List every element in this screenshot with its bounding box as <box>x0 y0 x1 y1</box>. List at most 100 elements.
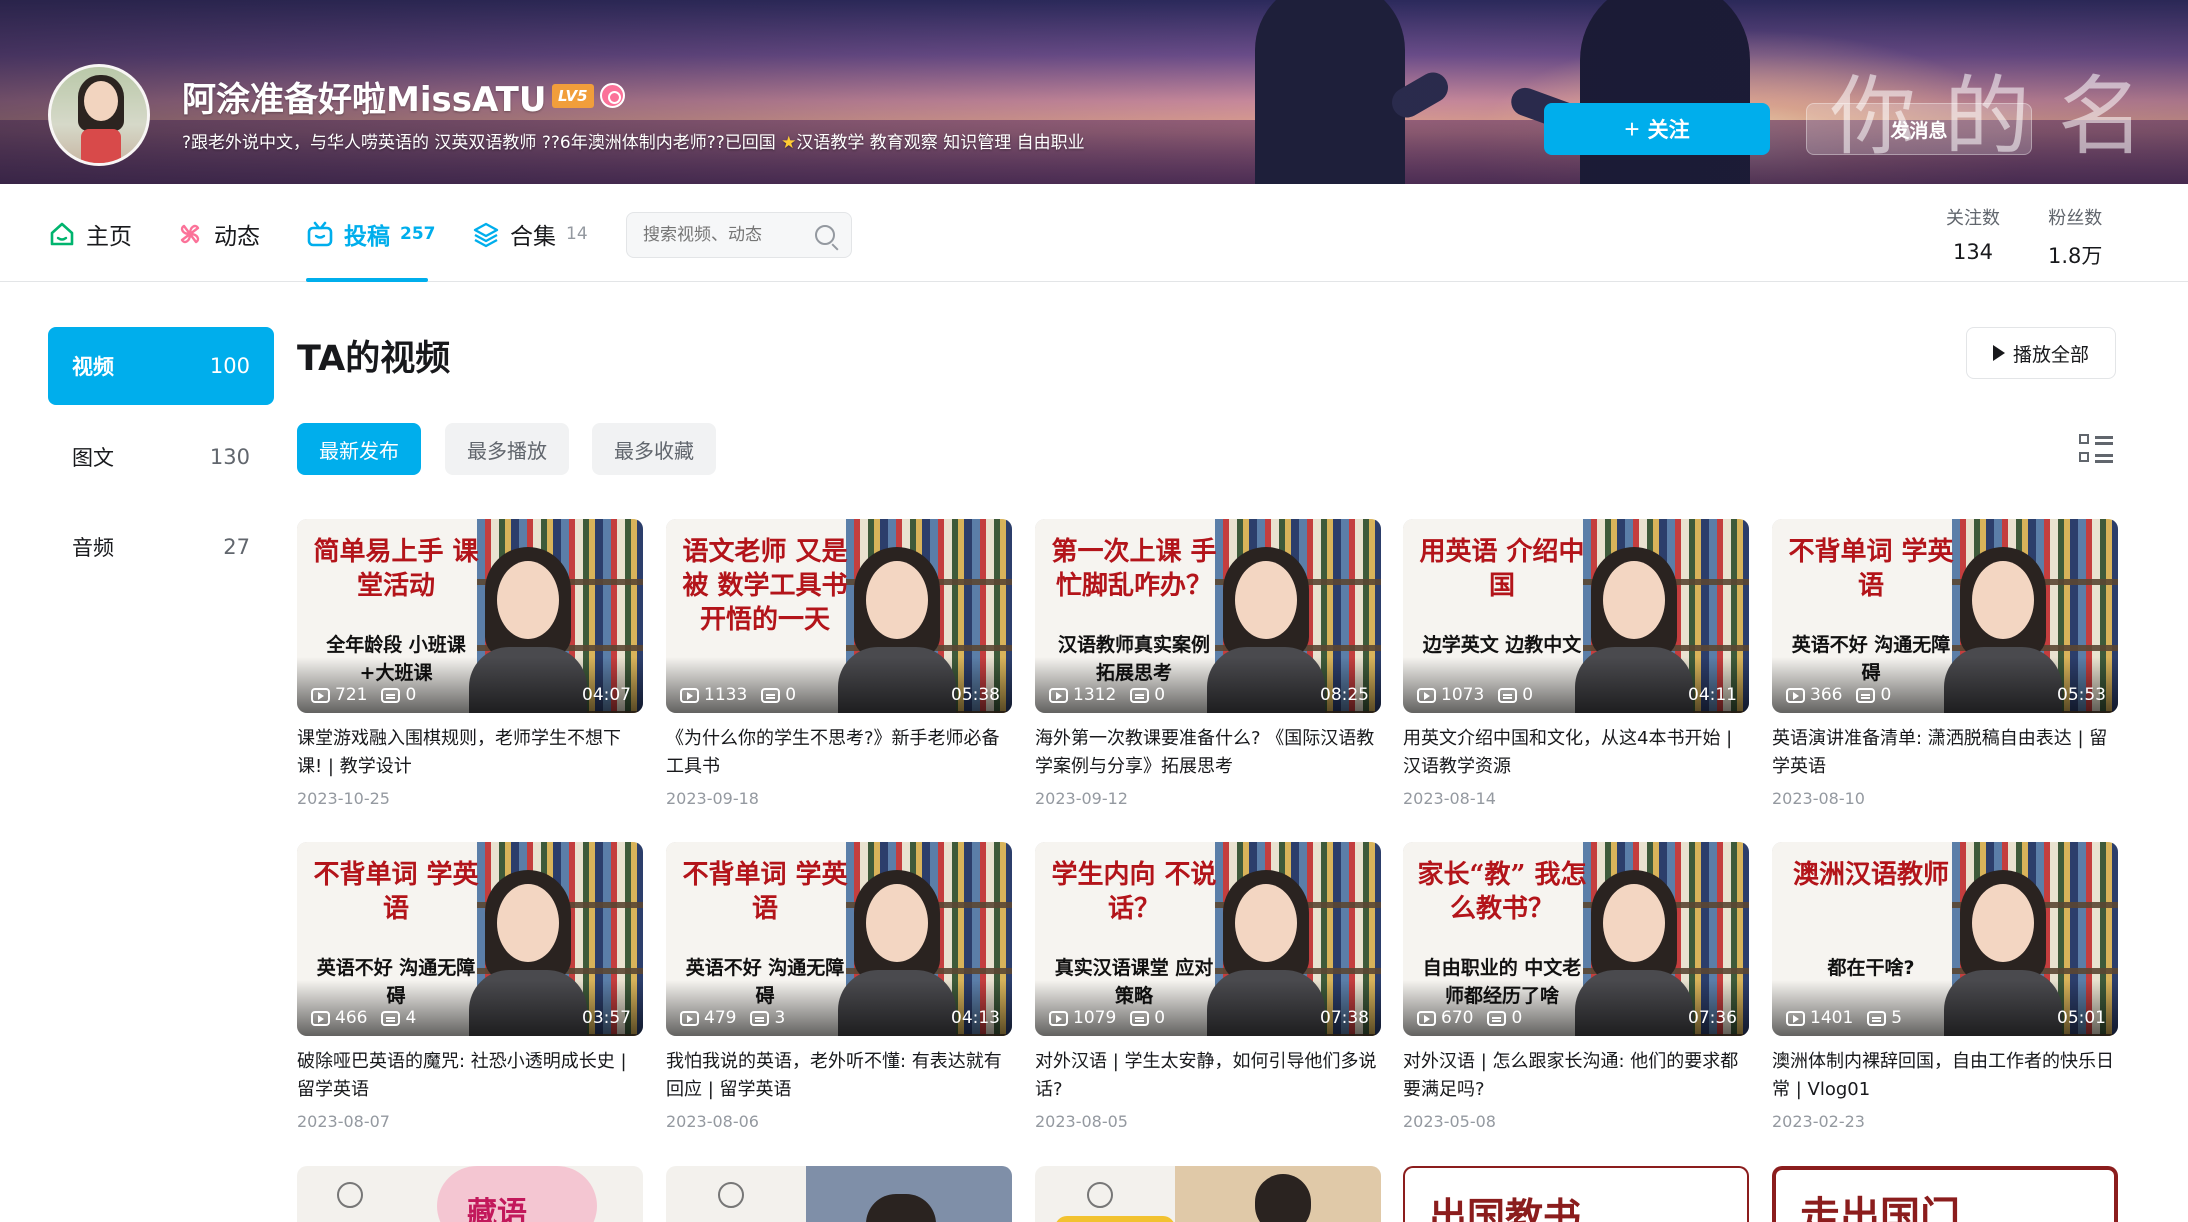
sort-latest-button[interactable]: 最新发布 <box>297 423 421 475</box>
danmaku-count: 0 <box>381 685 416 705</box>
avatar[interactable] <box>48 64 150 166</box>
sidebar-item-audio[interactable]: 音频 27 <box>48 508 274 586</box>
video-thumbnail[interactable]: 语文老师 又是被 数学工具书 开悟的一天 1133 0 05:38 <box>666 519 1012 713</box>
play-count-icon <box>1049 687 1068 703</box>
video-date: 2023-09-18 <box>666 789 759 808</box>
video-title[interactable]: 用英文介绍中国和文化，从这4本书开始 | 汉语教学资源 <box>1403 725 1749 781</box>
video-card-peek[interactable]: 出国教书 <box>1403 1166 1749 1222</box>
tab-dynamics[interactable]: 动态 <box>176 216 260 252</box>
video-title[interactable]: 《为什么你的学生不思考?》新手老师必备工具书 <box>666 725 1012 781</box>
sidebar-item-video[interactable]: 视频 100 <box>48 327 274 405</box>
play-all-button[interactable]: 播放全部 <box>1966 327 2116 379</box>
video-thumbnail[interactable]: 不背单词 学英语英语不好 沟通无障碍479304:13 <box>666 842 1012 1036</box>
layers-icon <box>472 220 500 248</box>
thumbnail-headline: 简单易上手 课堂活动 <box>313 537 479 601</box>
video-card[interactable]: 澳洲汉语教师 都在干啥? 1401 5 05:01 澳洲体制内裸辞回国，自由工作者的快乐日… <box>1772 842 2118 1131</box>
video-thumbnail[interactable]: 不背单词 学英语英语不好 沟通无障碍366005:53 <box>1772 519 2118 713</box>
video-thumbnail[interactable]: 澳洲汉语教师 都在干啥? 1401 5 05:01 <box>1772 842 2118 1036</box>
danmaku-count-value: 0 <box>1154 685 1166 705</box>
video-title[interactable]: 英语演讲准备清单: 潇洒脱稿自由表达 | 留学英语 <box>1772 725 2118 781</box>
video-thumbnail[interactable]: 用英语 介绍中国 边学英文 边教中文 1073 0 04:11 <box>1403 519 1749 713</box>
video-card[interactable]: 语文老师 又是被 数学工具书 开悟的一天 1133 0 05:38 《为什么你的学生不思… <box>666 519 1012 808</box>
video-title[interactable]: 澳洲体制内裸辞回国，自由工作者的快乐日常 | Vlog01 <box>1772 1048 2118 1104</box>
video-date: 2023-08-10 <box>1772 789 1865 808</box>
message-button-label: 发消息 <box>1890 120 1948 142</box>
followers-stat[interactable]: 粉丝数 1.8万 <box>2048 204 2102 270</box>
tab-collections[interactable]: 合集 14 <box>472 216 588 252</box>
thumbnail-headline: 学生内向 不说话？ <box>1051 860 1217 924</box>
sort-most-played-button[interactable]: 最多播放 <box>445 423 569 475</box>
search-input[interactable] <box>643 225 803 245</box>
play-count: 366 <box>1786 685 1842 705</box>
profile-nav: 主页 动态 投稿 257 合集 14 关注数 134 粉丝数 1.8万 <box>0 184 2188 282</box>
following-stat[interactable]: 关注数 134 <box>1946 204 2000 264</box>
play-count-value: 1312 <box>1073 685 1117 705</box>
danmaku-count: 0 <box>1498 685 1533 705</box>
user-signature: ?跟老外说中文，与华人唠英语的 汉英双语教师 ??6年澳洲体制内老师??已回国 … <box>182 128 1085 153</box>
tab-uploads[interactable]: 投稿 257 <box>306 216 436 252</box>
username[interactable]: 阿涂准备好啦MissATU <box>182 72 546 121</box>
follow-button[interactable]: + 关注 <box>1544 103 1770 155</box>
video-title[interactable]: 课堂游戏融入围棋规则，老师学生不想下课! | 教学设计 <box>297 725 643 781</box>
video-title[interactable]: 对外汉语 | 怎么跟家长沟通: 他们的要求都要满足吗? <box>1403 1048 1749 1104</box>
video-card[interactable]: 家长“教” 我怎么教书？自由职业的 中文老师都经历了啥670007:36 对外汉语… <box>1403 842 1749 1131</box>
video-title[interactable]: 破除哑巴英语的魔咒: 社恐小透明成长史 | 留学英语 <box>297 1048 643 1104</box>
tab-home-label: 主页 <box>86 224 132 250</box>
video-card[interactable]: 学生内向 不说话？真实汉语课堂 应对策略1079007:38 对外汉语 | 学生太… <box>1035 842 1381 1131</box>
play-count-value: 1401 <box>1810 1008 1854 1028</box>
video-card-peek[interactable]: 藏语 <box>297 1166 643 1222</box>
video-card[interactable]: 不背单词 学英语英语不好 沟通无障碍366005:53 英语演讲准备清单: 潇洒脱… <box>1772 519 2118 808</box>
play-count-icon <box>1417 687 1436 703</box>
danmaku-icon <box>381 1010 401 1026</box>
danmaku-count-value: 0 <box>785 685 797 705</box>
play-count: 721 <box>311 685 367 705</box>
video-thumbnail[interactable]: 第一次上课 手忙脚乱咋办？汉语教师真实案例 拓展思考1312008:25 <box>1035 519 1381 713</box>
video-card-peek[interactable]: 走出国门 <box>1772 1166 2118 1222</box>
play-count: 670 <box>1417 1008 1473 1028</box>
video-card-peek[interactable] <box>666 1166 1012 1222</box>
list-view-icon-box <box>2079 452 2089 462</box>
sort-most-favorited-button[interactable]: 最多收藏 <box>592 423 716 475</box>
sidebar-item-count: 130 <box>209 445 250 469</box>
search-box[interactable] <box>626 212 852 258</box>
video-title[interactable]: 海外第一次教课要准备什么? 《国际汉语教学案例与分享》拓展思考 <box>1035 725 1381 781</box>
play-count-value: 479 <box>704 1008 737 1028</box>
live-badge-icon[interactable] <box>600 83 625 108</box>
video-card[interactable]: 不背单词 学英语英语不好 沟通无障碍466403:57 破除哑巴英语的魔咒: 社恐… <box>297 842 643 1131</box>
video-thumbnail[interactable]: 学生内向 不说话？真实汉语课堂 应对策略1079007:38 <box>1035 842 1381 1036</box>
play-count-value: 1133 <box>704 685 748 705</box>
thumbnail-headline: 不背单词 学英语 <box>682 860 848 924</box>
video-card[interactable]: 第一次上课 手忙脚乱咋办？汉语教师真实案例 拓展思考1312008:25海外第一… <box>1035 519 1381 808</box>
video-title[interactable]: 对外汉语 | 学生太安静，如何引导他们多说话? <box>1035 1048 1381 1104</box>
video-stats: 1133 0 <box>680 685 796 705</box>
video-thumbnail[interactable]: 简单易上手 课堂活动全年龄段 小班课+大班课721004:07 <box>297 519 643 713</box>
thumbnail-headline: 第一次上课 手忙脚乱咋办？ <box>1051 537 1217 601</box>
danmaku-count: 5 <box>1867 1008 1902 1028</box>
video-card[interactable]: 简单易上手 课堂活动全年龄段 小班课+大班课721004:07课堂游戏融入围棋规… <box>297 519 643 808</box>
search-icon[interactable] <box>815 225 835 245</box>
message-button[interactable]: 发消息 <box>1806 103 2032 155</box>
video-thumbnail[interactable]: 不背单词 学英语英语不好 沟通无障碍466403:57 <box>297 842 643 1036</box>
play-count-value: 1073 <box>1441 685 1485 705</box>
video-card[interactable]: 不背单词 学英语英语不好 沟通无障碍479304:13 我怕我说的英语，老外听不懂… <box>666 842 1012 1131</box>
video-duration: 04:07 <box>582 685 631 705</box>
sidebar-item-label: 视频 <box>72 355 114 379</box>
video-thumbnail[interactable]: 家长“教” 我怎么教书？自由职业的 中文老师都经历了啥670007:36 <box>1403 842 1749 1036</box>
list-view-icon[interactable] <box>2079 432 2113 466</box>
list-view-icon-line <box>2095 454 2113 457</box>
presenter-face <box>1603 884 1666 962</box>
video-card-peek[interactable] <box>1035 1166 1381 1222</box>
sidebar-item-article[interactable]: 图文 130 <box>48 418 274 496</box>
video-duration: 07:36 <box>1688 1008 1737 1028</box>
video-card[interactable]: 用英语 介绍中国 边学英文 边教中文 1073 0 04:11 用英文介绍中国和文化，从这… <box>1403 519 1749 808</box>
video-title[interactable]: 我怕我说的英语，老外听不懂: 有表达就有回应 | 留学英语 <box>666 1048 1012 1104</box>
thumbnail-headline: 澳洲汉语教师 <box>1792 860 1949 890</box>
play-count-value: 466 <box>335 1008 368 1028</box>
danmaku-count: 0 <box>1130 1008 1165 1028</box>
thumbnail-headline: 不背单词 学英语 <box>313 860 479 924</box>
peek-text: 出国教书 <box>1429 1194 1582 1222</box>
danmaku-icon <box>381 687 401 703</box>
section-title: TA的视频 <box>297 339 451 379</box>
tab-home[interactable]: 主页 <box>48 216 132 252</box>
home-icon <box>48 220 76 248</box>
